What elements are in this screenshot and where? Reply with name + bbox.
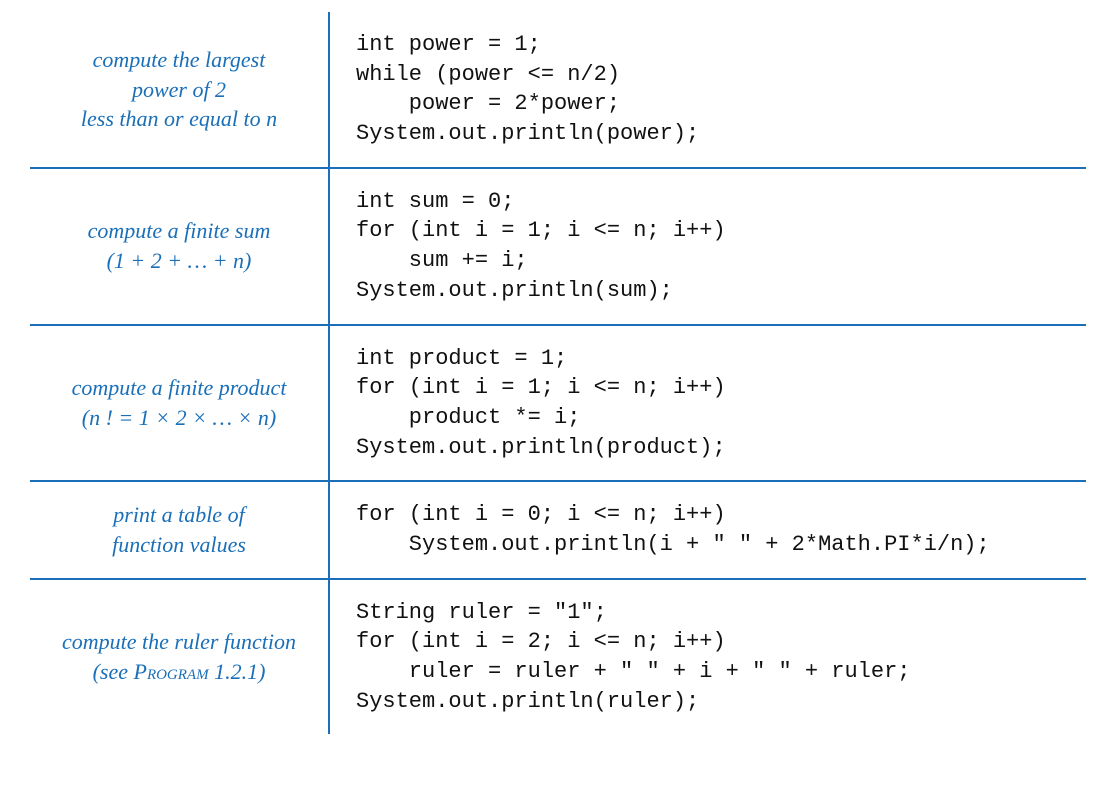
row-description: compute the ruler function(see Program 1…	[30, 579, 329, 735]
table-row: print a table offunction valuesfor (int …	[30, 481, 1086, 578]
table-row: compute a finite product(n ! = 1 × 2 × ……	[30, 325, 1086, 482]
row-description: compute the largestpower of 2less than o…	[30, 12, 329, 168]
table-row: compute a finite sum(1 + 2 + … + n)int s…	[30, 168, 1086, 325]
row-code: int power = 1; while (power <= n/2) powe…	[329, 12, 1086, 168]
row-description: compute a finite product(n ! = 1 × 2 × ……	[30, 325, 329, 482]
row-code: String ruler = "1"; for (int i = 2; i <=…	[329, 579, 1086, 735]
row-code: int product = 1; for (int i = 1; i <= n;…	[329, 325, 1086, 482]
table-row: compute the ruler function(see Program 1…	[30, 579, 1086, 735]
row-description: print a table offunction values	[30, 481, 329, 578]
row-code: int sum = 0; for (int i = 1; i <= n; i++…	[329, 168, 1086, 325]
table-row: compute the largestpower of 2less than o…	[30, 12, 1086, 168]
table-body: compute the largestpower of 2less than o…	[30, 12, 1086, 734]
code-examples-table: compute the largestpower of 2less than o…	[30, 12, 1086, 734]
row-code: for (int i = 0; i <= n; i++) System.out.…	[329, 481, 1086, 578]
row-description: compute a finite sum(1 + 2 + … + n)	[30, 168, 329, 325]
